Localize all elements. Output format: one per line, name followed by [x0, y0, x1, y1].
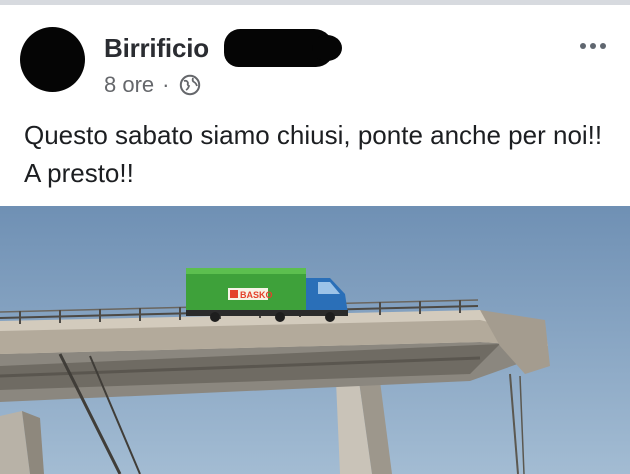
redaction-mark-tail: [312, 35, 342, 61]
post-image[interactable]: BASKO: [0, 206, 630, 474]
post-header: Birrificio 8 ore ·: [0, 5, 630, 105]
meta-separator: ·: [162, 72, 170, 97]
truck-brand: BASKO: [240, 290, 273, 300]
post-text: Questo sabato siamo chiusi, ponte anche …: [24, 120, 603, 188]
more-options-icon[interactable]: [580, 39, 614, 53]
post-time[interactable]: 8 ore: [104, 72, 154, 98]
post-meta: 8 ore ·: [104, 72, 201, 98]
author-name[interactable]: Birrificio: [104, 33, 209, 64]
avatar[interactable]: [20, 27, 85, 92]
globe-icon[interactable]: [179, 74, 201, 96]
